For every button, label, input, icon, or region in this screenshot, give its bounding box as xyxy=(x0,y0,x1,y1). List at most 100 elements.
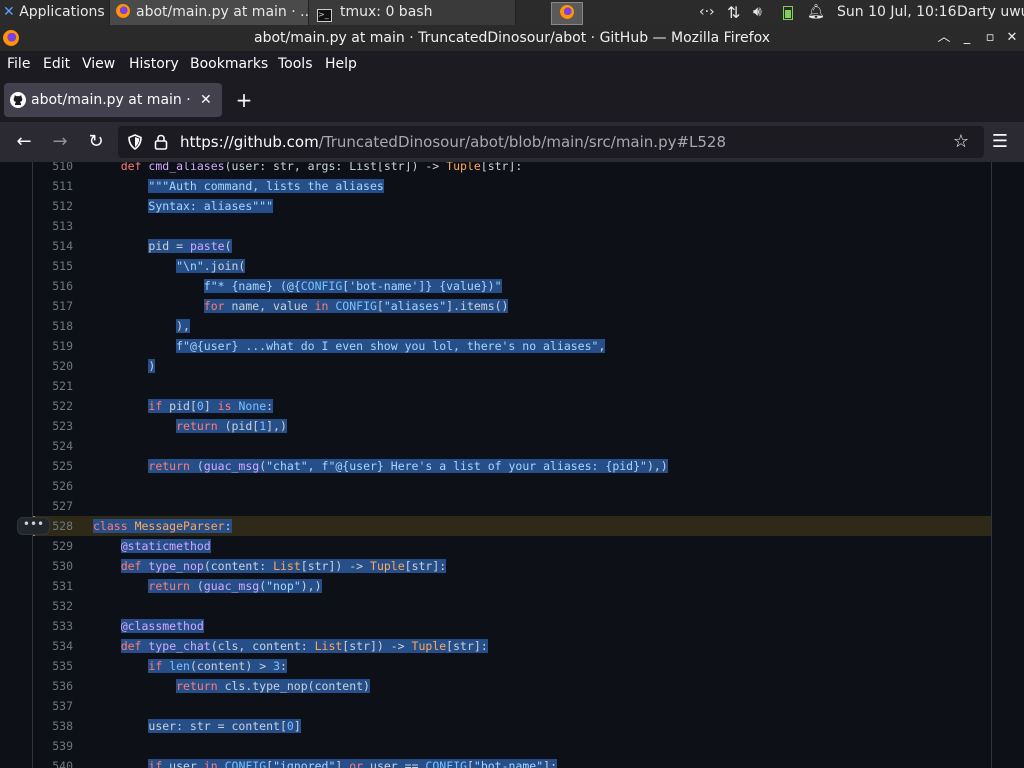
line-number[interactable]: 523 xyxy=(33,416,73,436)
line-number[interactable]: 514 xyxy=(33,236,73,256)
task-firefox-label: abot/main.py at main · ... xyxy=(136,4,314,20)
line-number[interactable]: 535 xyxy=(33,656,73,676)
firefox-icon xyxy=(116,4,130,18)
clock[interactable]: Sun 10 Jul, 10:16 xyxy=(837,0,957,25)
line-number[interactable]: 537 xyxy=(33,696,73,716)
menu-view[interactable]: View xyxy=(82,51,115,78)
firefox-icon xyxy=(3,30,19,46)
line-number[interactable]: 518 xyxy=(33,316,73,336)
line-number[interactable]: 534 xyxy=(33,636,73,656)
user-name[interactable]: Darty uwu xyxy=(957,0,1024,25)
bell-icon[interactable]: 🔔︎ xyxy=(807,0,825,25)
url-bar[interactable]: https://github.com/TruncatedDinosour/abo… xyxy=(118,126,984,158)
line-source: def cmd_aliases(user: str, args: List[st… xyxy=(120,162,523,173)
menu-edit[interactable]: Edit xyxy=(43,51,70,78)
line-number[interactable]: 527 xyxy=(33,496,73,516)
menu-bookmarks[interactable]: Bookmarks xyxy=(190,51,268,78)
code-line: 533 @classmethod xyxy=(33,616,991,636)
line-number[interactable]: 517 xyxy=(33,296,73,316)
line-number[interactable]: 539 xyxy=(33,736,73,756)
forward-arrow-icon[interactable]: → xyxy=(48,130,72,154)
line-number[interactable]: 516 xyxy=(33,276,73,296)
back-arrow-icon[interactable]: ← xyxy=(12,130,36,154)
lock-icon[interactable] xyxy=(154,134,168,150)
code-line: 520 ) xyxy=(33,356,991,376)
battery-icon[interactable] xyxy=(783,6,793,20)
code-line: 538 user: str = content[0] xyxy=(33,716,991,736)
line-number[interactable]: 533 xyxy=(33,616,73,636)
line-number[interactable]: 529 xyxy=(33,536,73,556)
menu-help[interactable]: Help xyxy=(325,51,357,78)
tab-label: abot/main.py at main · TruncatedDinosour… xyxy=(31,92,191,108)
window-close-icon[interactable]: ✕ xyxy=(1002,25,1022,51)
code-line: 513 xyxy=(33,216,991,236)
code-line: 527 xyxy=(33,496,991,516)
line-number[interactable]: 540 xyxy=(33,756,73,768)
shield-icon[interactable] xyxy=(127,134,143,150)
network-icon[interactable]: ‹·› xyxy=(699,0,715,25)
transfer-icon[interactable]: ⇅ xyxy=(727,0,740,25)
line-number[interactable]: 512 xyxy=(33,196,73,216)
window-minimize-icon[interactable]: _ xyxy=(957,25,977,51)
line-number[interactable]: 519 xyxy=(33,336,73,356)
menu-history[interactable]: History xyxy=(129,51,179,78)
url-path: /TruncatedDinosour/abot/blob/main/src/ma… xyxy=(318,133,727,151)
bookmark-star-icon[interactable]: ☆ xyxy=(949,130,973,154)
line-number[interactable]: 521 xyxy=(33,376,73,396)
code-line: 511 """Auth command, lists the aliases xyxy=(33,176,991,196)
line-number[interactable]: 536 xyxy=(33,676,73,696)
line-number[interactable]: 511 xyxy=(33,176,73,196)
line-number[interactable]: 538 xyxy=(33,716,73,736)
task-tmux[interactable]: >_ tmux: 0 bash xyxy=(308,0,516,25)
applications-label: Applications xyxy=(19,4,105,20)
code-line: 528 class MessageParser: xyxy=(33,516,991,536)
menu-tools[interactable]: Tools xyxy=(278,51,313,78)
line-source: """Auth command, lists the aliases xyxy=(148,179,384,193)
line-source: @classmethod xyxy=(120,619,204,633)
navigation-toolbar: ← → ↻ https://github.com/TruncatedDinoso… xyxy=(0,122,1024,162)
tab-strip: abot/main.py at main · TruncatedDinosour… xyxy=(0,78,1024,122)
hamburger-menu-icon[interactable]: ☰ xyxy=(988,130,1012,154)
code-line: 515 "\n".join( xyxy=(33,256,991,276)
line-number[interactable]: 510 xyxy=(33,162,73,176)
line-number[interactable]: 524 xyxy=(33,436,73,456)
line-number[interactable]: 532 xyxy=(33,596,73,616)
url-host: https://github.com xyxy=(180,133,319,151)
url-text[interactable]: https://github.com/TruncatedDinosour/abo… xyxy=(180,126,726,158)
line-source: for name, value in CONFIG["aliases"].ite… xyxy=(203,299,509,313)
line-number[interactable]: 531 xyxy=(33,576,73,596)
tab-main-py[interactable]: abot/main.py at main · TruncatedDinosour… xyxy=(4,83,222,117)
code-viewer: 510 def cmd_aliases(user: str, args: Lis… xyxy=(0,162,1024,768)
code-line: 534 def type_chat(cls, content: List[str… xyxy=(33,636,991,656)
line-source: user: str = content[0] xyxy=(148,719,301,733)
line-number[interactable]: 525 xyxy=(33,456,73,476)
applications-menu[interactable]: ✕ Applications ☰ xyxy=(3,0,122,25)
code-line: 531 return (guac_msg("nop"),) xyxy=(33,576,991,596)
line-options-button[interactable]: ••• xyxy=(17,517,50,535)
menu-file[interactable]: File xyxy=(7,51,30,78)
line-number[interactable]: 515 xyxy=(33,256,73,276)
window-titlebar[interactable]: abot/main.py at main · TruncatedDinosour… xyxy=(0,25,1024,51)
line-number[interactable]: 520 xyxy=(33,356,73,376)
code-line: 514 pid = paste( xyxy=(33,236,991,256)
code-line: 526 xyxy=(33,476,991,496)
github-icon xyxy=(10,92,26,108)
code-line: 535 if len(content) > 3: xyxy=(33,656,991,676)
code-line: 539 xyxy=(33,736,991,756)
task-firefox[interactable]: abot/main.py at main · ... xyxy=(109,0,316,25)
tab-close-icon[interactable]: ✕ xyxy=(200,83,212,117)
line-number[interactable]: 530 xyxy=(33,556,73,576)
code-line: 529 @staticmethod xyxy=(33,536,991,556)
line-number[interactable]: 526 xyxy=(33,476,73,496)
window-restore-icon[interactable]: ▫ xyxy=(980,25,1000,51)
workspace-firefox[interactable] xyxy=(551,2,583,25)
line-source: return (guac_msg("chat", f"@{user} Here'… xyxy=(148,459,668,473)
line-number[interactable]: 513 xyxy=(33,216,73,236)
line-number[interactable]: 522 xyxy=(33,396,73,416)
line-source: if user in CONFIG["ignored"] or user == … xyxy=(93,756,558,768)
line-source: if pid[0] is None: xyxy=(148,399,274,413)
volume-icon[interactable]: 🔊︎ xyxy=(753,0,762,25)
reload-icon[interactable]: ↻ xyxy=(84,130,108,154)
new-tab-button[interactable]: + xyxy=(233,89,255,111)
window-maximize-up-icon[interactable]: ︿ xyxy=(934,25,954,51)
